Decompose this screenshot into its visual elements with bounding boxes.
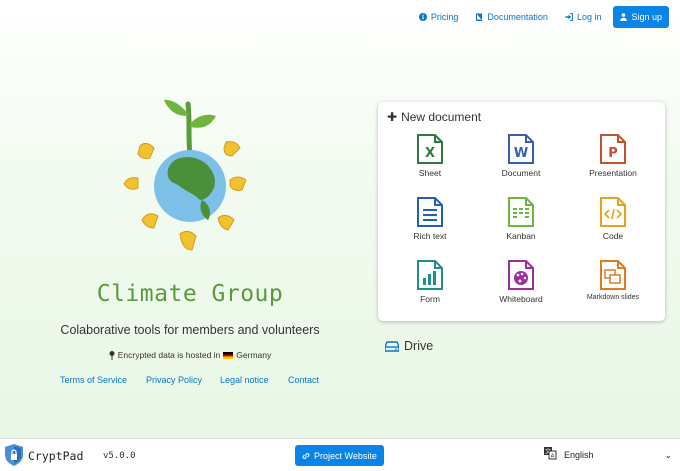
svg-text:X: X [425, 146, 435, 161]
presentation-icon: P [600, 134, 626, 164]
privacy-link[interactable]: Privacy Policy [146, 375, 202, 385]
version-label: v5.0.0 [103, 451, 136, 461]
contact-link[interactable]: Contact [288, 375, 319, 385]
drive-link[interactable]: Drive [385, 339, 433, 353]
app-markdown-slides[interactable]: Markdown slides [568, 260, 658, 301]
app-kanban[interactable]: Kanban [476, 197, 566, 241]
code-icon [600, 197, 626, 227]
app-label: Presentation [589, 168, 637, 178]
slides-icon [600, 260, 626, 290]
hosting-country: Germany [236, 350, 272, 360]
app-label: Document [501, 168, 541, 178]
drive-icon [385, 340, 399, 352]
language-value: English [564, 450, 594, 460]
svg-text:P: P [608, 146, 618, 161]
document-icon: W [508, 134, 534, 164]
book-icon [476, 13, 483, 21]
footer-bar: CryptPad v5.0.0 Project Website 文A Engli… [0, 438, 680, 471]
new-document-heading: ✚ New document [387, 110, 482, 124]
user-icon [620, 13, 628, 21]
language-icon-wrap: 文A [543, 446, 557, 460]
app-rich-text[interactable]: Rich text [385, 197, 475, 241]
plus-icon: ✚ [387, 110, 398, 124]
pricing-link[interactable]: Pricing [418, 12, 459, 22]
svg-text:A: A [551, 454, 555, 460]
link-icon [302, 452, 310, 459]
germany-flag-icon [223, 351, 234, 359]
svg-text:W: W [514, 146, 528, 161]
language-select[interactable]: English ⌄ [564, 450, 672, 461]
app-whiteboard[interactable]: Whiteboard [476, 260, 566, 304]
app-presentation[interactable]: P Presentation [568, 134, 658, 178]
project-website-button[interactable]: Project Website [295, 445, 384, 466]
app-label: Form [420, 294, 440, 304]
chevron-down-icon: ⌄ [664, 450, 672, 460]
cryptpad-name: CryptPad [28, 449, 84, 463]
app-label: Code [602, 231, 624, 241]
login-label: Log in [576, 12, 602, 22]
signup-label: Sign up [631, 12, 662, 22]
richtext-icon [417, 197, 443, 227]
page-title: Climate Group [96, 281, 284, 307]
login-icon [565, 13, 573, 21]
hosting-notice: Encrypted data is hosted in Germany [80, 350, 300, 360]
app-sheet[interactable]: X Sheet [385, 134, 475, 178]
sheet-icon: X [417, 134, 443, 164]
form-icon [417, 260, 443, 290]
kanban-icon [508, 197, 534, 227]
signup-button[interactable]: Sign up [613, 6, 669, 28]
project-website-label: Project Website [314, 450, 377, 461]
app-label: Whiteboard [499, 294, 543, 304]
app-code[interactable]: Code [568, 197, 658, 241]
language-icon: 文A [544, 447, 557, 460]
whiteboard-icon [508, 260, 534, 290]
app-document[interactable]: W Document [476, 134, 566, 178]
pin-icon [109, 350, 115, 360]
hosting-text: Encrypted data is hosted in [117, 350, 221, 360]
top-nav: Pricing Documentation Log in Sign up [402, 6, 669, 28]
legal-link[interactable]: Legal notice [220, 375, 269, 385]
app-label: Kanban [506, 231, 536, 241]
cryptpad-logo-icon [5, 444, 23, 466]
login-link[interactable]: Log in [565, 12, 602, 22]
app-form[interactable]: Form [385, 260, 475, 304]
climate-group-logo [123, 99, 247, 251]
new-document-card: ✚ New document X Sheet W Document P Pres… [378, 102, 665, 321]
documentation-link[interactable]: Documentation [475, 12, 548, 22]
pricing-label: Pricing [430, 12, 459, 22]
app-label: Sheet [418, 168, 442, 178]
terms-link[interactable]: Terms of Service [60, 375, 127, 385]
info-icon [418, 13, 427, 21]
app-label: Rich text [413, 231, 447, 241]
app-label: Markdown slides [586, 294, 640, 301]
documentation-label: Documentation [487, 12, 548, 22]
page-subtitle: Colaborative tools for members and volun… [60, 323, 320, 337]
drive-label: Drive [404, 339, 434, 353]
